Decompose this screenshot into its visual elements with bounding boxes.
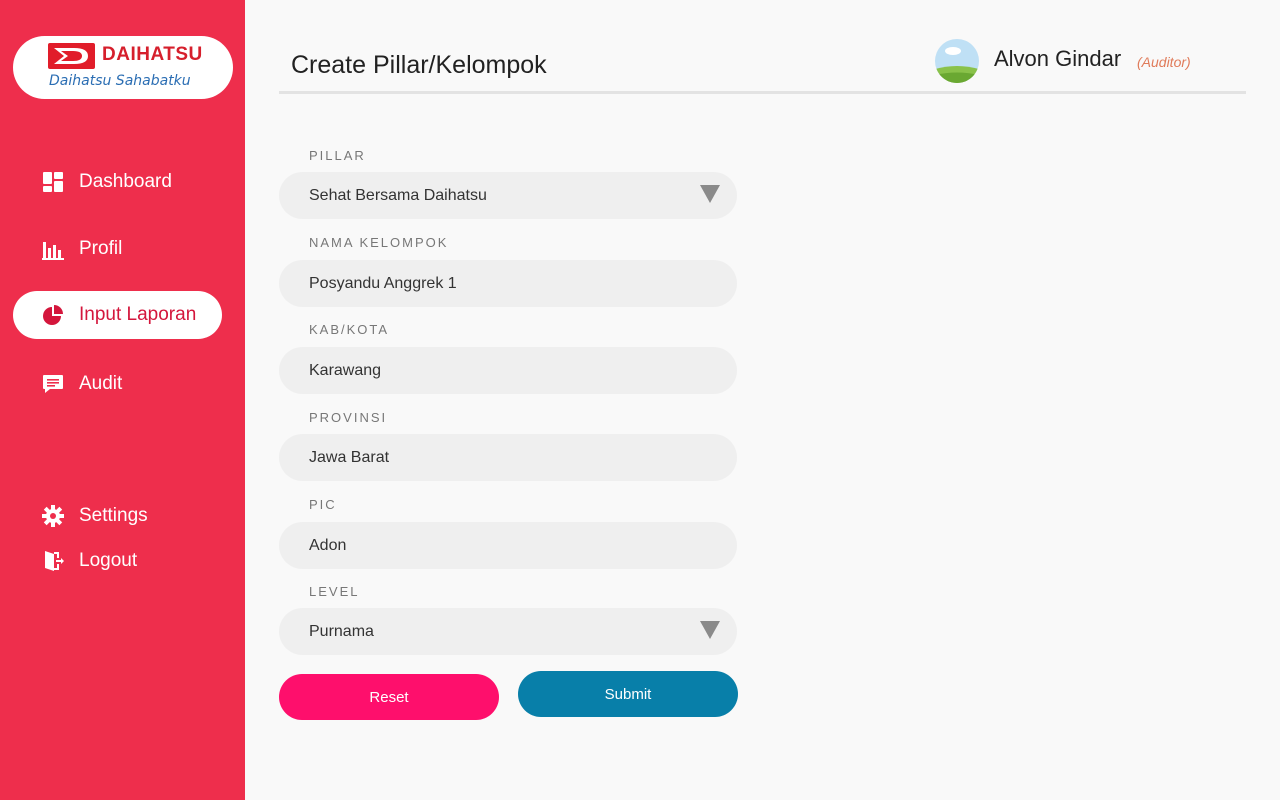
pillar-label: PILLAR	[309, 148, 366, 163]
level-label: LEVEL	[309, 584, 360, 599]
user-role: (Auditor)	[1137, 54, 1191, 70]
logout-icon	[41, 549, 65, 573]
kab-kota-value: Karawang	[309, 361, 382, 379]
pillar-select[interactable]: Sehat Bersama Daihatsu	[279, 172, 737, 219]
avatar[interactable]	[935, 39, 979, 83]
nama-kelompok-value: Posyandu Anggrek 1	[309, 274, 457, 292]
bar-chart-icon	[41, 237, 65, 261]
brand-tagline: Daihatsu Sahabatku	[49, 73, 191, 89]
user-name: Alvon Gindar	[994, 46, 1122, 71]
provinsi-label: PROVINSI	[309, 410, 388, 425]
provinsi-input[interactable]: Jawa Barat	[279, 434, 737, 481]
chevron-down-icon	[700, 185, 720, 203]
level-select-value: Purnama	[309, 622, 374, 640]
nama-kelompok-input[interactable]: Posyandu Anggrek 1	[279, 260, 737, 307]
kab-kota-input[interactable]: Karawang	[279, 347, 737, 394]
sidebar-item-input-laporan[interactable]: Input Laporan	[13, 291, 222, 339]
page-title: Create Pillar/Kelompok	[291, 51, 547, 79]
sidebar-item-settings[interactable]: Settings	[13, 492, 222, 540]
sidebar-item-dashboard[interactable]: Dashboard	[13, 158, 222, 206]
sidebar-item-label: Audit	[79, 373, 123, 394]
provinsi-value: Jawa Barat	[309, 448, 390, 466]
brand-logo[interactable]: DAIHATSU Daihatsu Sahabatku	[13, 36, 233, 99]
sidebar-item-logout[interactable]: Logout	[13, 537, 222, 585]
daihatsu-emblem-icon	[48, 43, 95, 69]
sidebar-item-label: Input Laporan	[79, 304, 197, 325]
dashboard-icon	[41, 170, 65, 194]
pillar-select-value: Sehat Bersama Daihatsu	[309, 186, 487, 204]
sidebar-item-audit[interactable]: Audit	[13, 360, 222, 408]
pic-label: PIC	[309, 497, 337, 512]
pic-value: Adon	[309, 536, 347, 554]
sidebar-item-label: Logout	[79, 550, 138, 571]
chevron-down-icon	[700, 621, 720, 639]
reset-button[interactable]: Reset	[279, 674, 499, 720]
pic-input[interactable]: Adon	[279, 522, 737, 569]
submit-button[interactable]: Submit	[518, 671, 738, 717]
level-select[interactable]: Purnama	[279, 608, 737, 655]
sidebar-item-label: Settings	[79, 505, 148, 526]
sidebar-item-label: Profil	[79, 238, 123, 259]
pie-chart-icon	[41, 303, 65, 327]
nama-kelompok-label: NAMA KELOMPOK	[309, 235, 449, 250]
brand-name: DAIHATSU	[102, 44, 203, 65]
sidebar-item-label: Dashboard	[79, 171, 172, 192]
message-icon	[41, 372, 65, 396]
header-divider	[279, 91, 1246, 94]
gear-icon	[41, 504, 65, 528]
kab-kota-label: KAB/KOTA	[309, 322, 390, 337]
sidebar: DAIHATSU Daihatsu Sahabatku Dashboard Pr…	[0, 0, 245, 800]
sidebar-item-profil[interactable]: Profil	[13, 225, 222, 273]
